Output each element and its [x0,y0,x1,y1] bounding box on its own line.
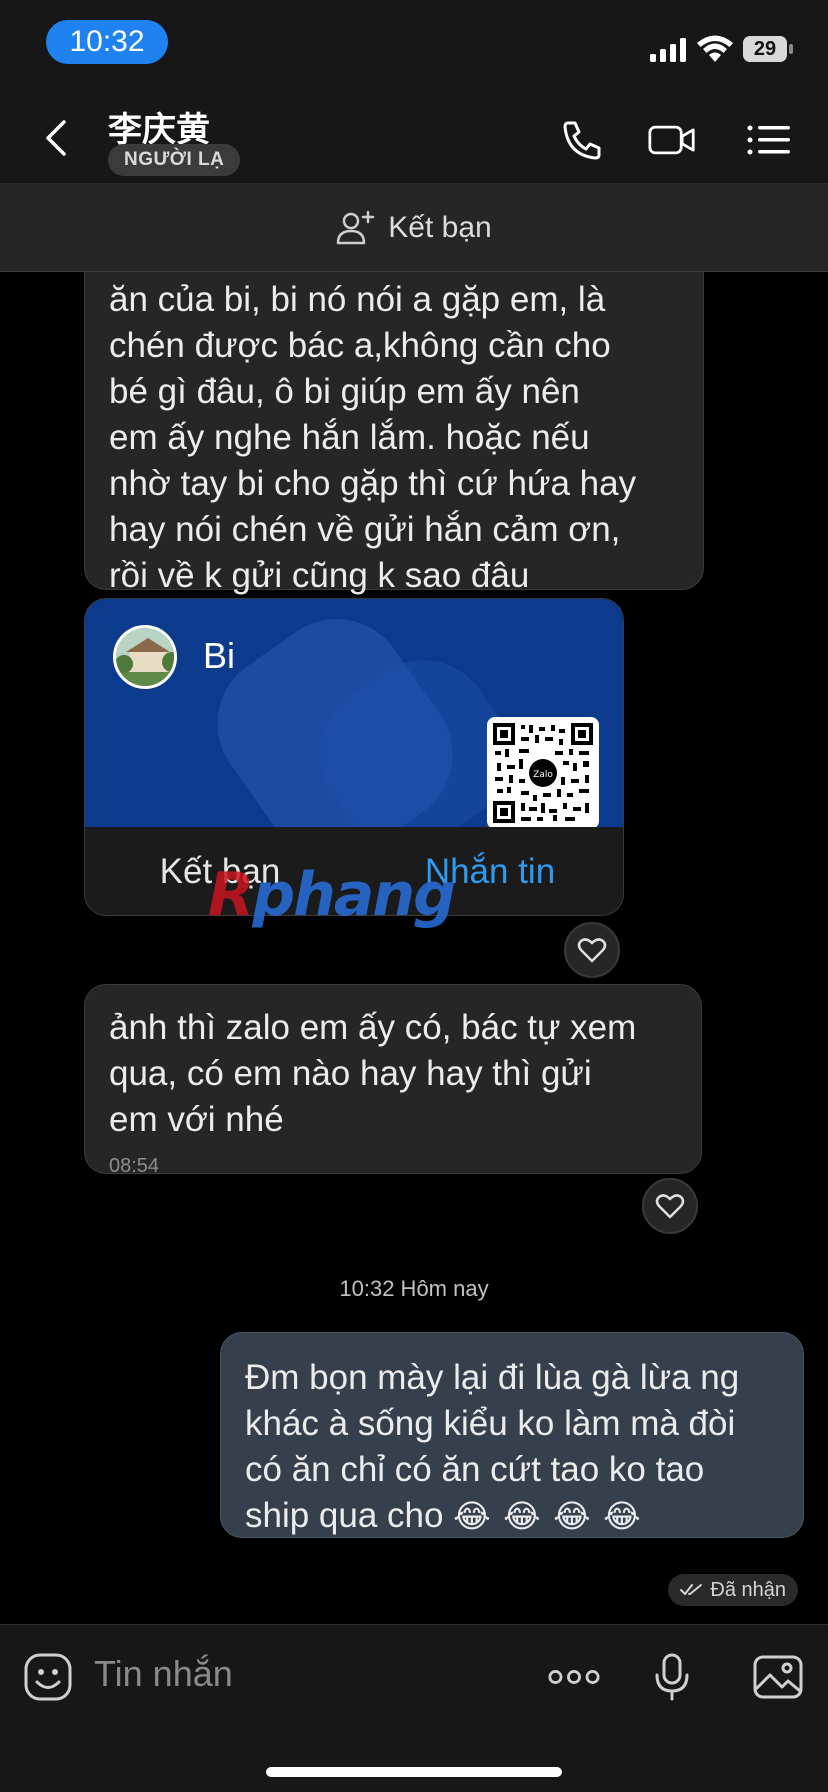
more-options-icon[interactable] [548,1651,600,1703]
message-line: bé gì đâu, ô bi giúp em ấy nên [109,372,580,411]
wifi-icon [697,35,733,62]
message-line: ảnh thì zalo em ấy có, bác tự xem [109,1008,637,1047]
add-person-icon [337,210,375,244]
message-line: hay nói chén về gửi hắn cảm ơn, [109,510,621,549]
message-line: ship qua cho [245,1496,444,1535]
message-line: khác à sống kiểu ko làm mà đòi [245,1404,736,1443]
contact-card-header: Bi Zalo [85,599,623,827]
double-check-icon [680,1584,703,1595]
message-line: Đm bọn mày lại đi lùa gà lừa ng [245,1358,740,1397]
sticker-icon[interactable] [22,1651,74,1703]
message-line: em ấy nghe hắn lắm. hoặc nếu [109,418,590,457]
status-bar: 10:32 29 [0,0,828,90]
stranger-badge: NGƯỜI LẠ [108,144,241,176]
battery-icon: 29 [742,35,794,63]
chat-header: 李庆黄 NGƯỜI LẠ [0,90,828,184]
message-composer: Tin nhắn [0,1624,828,1792]
laughing-emoji: 😂 [603,1497,641,1535]
sent-message-bubble[interactable]: Đm bọn mày lại đi lùa gà lừa ng khác à s… [220,1332,804,1538]
day-separator: 10:32 Hôm nay [339,1276,489,1301]
laughing-emoji: 😂 [553,1497,591,1535]
signal-icon [650,38,686,62]
microphone-icon[interactable] [646,1651,698,1703]
add-friend-label: Kết bạn [388,210,492,244]
message-bubble[interactable]: ảnh thì zalo em ấy có, bác tự xem qua, c… [84,984,702,1177]
status-time: 10:32 [46,20,168,64]
laughing-emoji: 😂 [503,1497,541,1535]
video-call-icon[interactable] [648,118,696,162]
watermark-rest: phang [252,860,456,930]
delivery-status: Đã nhận [668,1574,798,1606]
message-line: rồi về k gửi cũng k sao đâu [109,556,530,595]
message-bubble[interactable]: ăn của bi, bi nó nói a gặp em, là chén đ… [84,272,704,595]
back-icon[interactable] [36,116,80,160]
message-line: chén được bác a,không cần cho [109,326,611,365]
react-heart-button[interactable] [642,1178,698,1234]
message-line: nhờ tay bi cho gặp thì cứ hứa hay [109,464,637,503]
watermark: Rphang [208,860,456,930]
contact-avatar [113,625,177,689]
contact-card-name: Bi [203,635,236,676]
menu-icon[interactable] [744,118,792,162]
delivery-status-label: Đã nhận [710,1578,786,1601]
watermark-first: R [208,860,254,930]
heart-icon [577,938,607,963]
battery-level: 29 [753,37,777,60]
add-friend-bar[interactable]: Kết bạn [0,184,828,272]
image-icon[interactable] [752,1651,804,1703]
message-line: ăn của bi, bi nó nói a gặp em, là [109,280,606,319]
laughing-emoji: 😂 [453,1497,491,1535]
react-heart-button[interactable] [564,922,620,978]
message-time: 08:54 [109,1155,160,1177]
phone-icon[interactable] [558,118,606,162]
qr-logo-text: Zalo [533,770,553,780]
message-line: có ăn chỉ có ăn cứt tao ko tao [245,1450,705,1489]
home-indicator [266,1767,562,1777]
heart-icon [655,1194,685,1219]
qr-code: Zalo [487,717,599,827]
message-input[interactable]: Tin nhắn [94,1653,233,1695]
message-line: em với nhé [109,1100,284,1139]
message-list[interactable]: ăn của bi, bi nó nói a gặp em, là chén đ… [0,272,828,1624]
message-line: qua, có em nào hay hay thì gửi [109,1054,592,1093]
message-line-last: ship qua cho 😂 😂 😂 😂 [245,1493,781,1539]
